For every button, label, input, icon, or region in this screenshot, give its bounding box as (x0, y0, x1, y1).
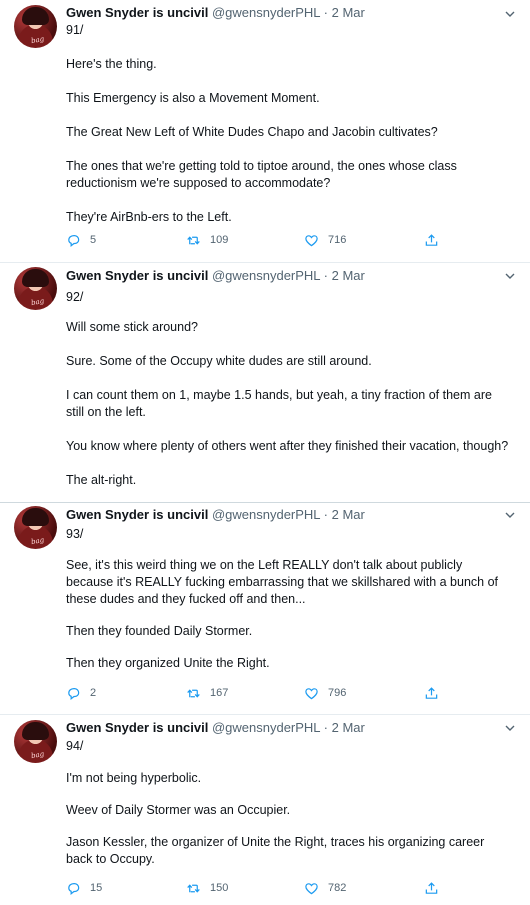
retweet-count: 150 (210, 882, 229, 894)
reply-icon (68, 688, 80, 701)
reply-button[interactable]: 15 (66, 881, 102, 896)
paragraph: I can count them on 1, maybe 1.5 hands, … (66, 388, 492, 419)
heart-icon (305, 235, 318, 247)
chevron-down-icon[interactable] (504, 7, 516, 19)
heart-icon (305, 883, 318, 895)
like-count: 782 (328, 882, 347, 894)
thread-number: 92/ (66, 290, 84, 304)
like-button[interactable]: 716 (304, 233, 346, 248)
paragraph: Here's the thing. (66, 57, 157, 71)
reply-count: 15 (90, 882, 103, 894)
avatar[interactable]: bag (14, 5, 57, 48)
retweet-count: 167 (210, 687, 229, 699)
like-count: 716 (328, 234, 347, 246)
share-button[interactable] (424, 881, 439, 896)
heart-icon (305, 688, 318, 700)
tweet-actions: 2 167 796 (66, 686, 456, 704)
tweet-actions: 5 109 716 (66, 233, 456, 251)
paragraph: This Emergency is also a Movement Moment… (66, 91, 320, 105)
reply-icon (68, 235, 80, 248)
thread-number: 93/ (66, 527, 84, 541)
like-count: 796 (328, 687, 347, 699)
chevron-down-icon[interactable] (504, 269, 516, 281)
paragraph: Jason Kessler, the organizer of Unite th… (66, 835, 485, 866)
author-name[interactable]: Gwen Snyder is uncivil (66, 507, 208, 522)
tweet-92[interactable]: bag Gwen Snyder is uncivil @gwensnyderPH… (0, 262, 530, 502)
chevron-down-icon[interactable] (504, 721, 516, 733)
avatar-tag: bag (30, 296, 45, 308)
author-name[interactable]: Gwen Snyder is uncivil (66, 720, 208, 735)
retweet-button[interactable]: 150 (186, 881, 228, 896)
avatar-hair (22, 508, 49, 526)
tweet-actions: 15 150 782 (66, 881, 456, 899)
avatar-tag: bag (30, 34, 45, 46)
tweet-header: Gwen Snyder is uncivil @gwensnyderPHL · … (66, 720, 365, 736)
thread-number: 94/ (66, 739, 84, 753)
paragraph: Then they founded Daily Stormer. (66, 624, 253, 638)
retweet-button[interactable]: 109 (186, 233, 228, 248)
paragraph: Weev of Daily Stormer was an Occupier. (66, 803, 291, 817)
reply-icon (68, 883, 80, 896)
reply-count: 5 (90, 234, 97, 246)
reply-button[interactable]: 2 (66, 686, 96, 701)
tweet-93[interactable]: bag Gwen Snyder is uncivil @gwensnyderPH… (0, 502, 530, 714)
paragraph: See, it's this weird thing we on the Lef… (66, 558, 499, 606)
paragraph: Then they organized Unite the Right. (66, 656, 270, 670)
like-button[interactable]: 782 (304, 881, 346, 896)
retweet-icon (187, 884, 200, 893)
paragraph: The ones that we're getting told to tipt… (66, 159, 457, 190)
tweet-header: Gwen Snyder is uncivil @gwensnyderPHL · … (66, 268, 365, 284)
thread-number: 91/ (66, 23, 84, 37)
author-handle-date[interactable]: @gwensnyderPHL · 2 Mar (212, 507, 365, 522)
author-name[interactable]: Gwen Snyder is uncivil (66, 5, 208, 20)
retweet-icon (187, 236, 200, 245)
like-button[interactable]: 796 (304, 686, 346, 701)
share-icon (425, 687, 438, 699)
tweet-94[interactable]: bag Gwen Snyder is uncivil @gwensnyderPH… (0, 714, 530, 905)
avatar-hair (22, 269, 49, 287)
author-handle-date[interactable]: @gwensnyderPHL · 2 Mar (212, 720, 365, 735)
tweet-text: 92/ Will some stick around? Sure. Some o… (66, 289, 510, 489)
paragraph: Will some stick around? (66, 320, 198, 334)
paragraph: You know where plenty of others went aft… (66, 439, 509, 453)
tweet-header: Gwen Snyder is uncivil @gwensnyderPHL · … (66, 507, 365, 523)
paragraph: They're AirBnb-ers to the Left. (66, 210, 232, 224)
author-name[interactable]: Gwen Snyder is uncivil (66, 268, 208, 283)
share-icon (425, 234, 438, 246)
retweet-icon (187, 689, 200, 698)
share-button[interactable] (424, 233, 439, 248)
tweet-text: 93/ See, it's this weird thing we on the… (66, 526, 510, 672)
avatar[interactable]: bag (14, 506, 57, 549)
avatar-tag: bag (30, 749, 45, 761)
avatar[interactable]: bag (14, 720, 57, 763)
paragraph: The Great New Left of White Dudes Chapo … (66, 125, 438, 139)
paragraph: Sure. Some of the Occupy white dudes are… (66, 354, 372, 368)
avatar-tag: bag (30, 535, 45, 547)
tweet-91[interactable]: bag Gwen Snyder is uncivil @gwensnyderPH… (0, 0, 530, 262)
share-icon (425, 882, 438, 894)
author-handle-date[interactable]: @gwensnyderPHL · 2 Mar (212, 268, 365, 283)
share-button[interactable] (424, 686, 439, 701)
paragraph: I'm not being hyperbolic. (66, 771, 202, 785)
author-handle-date[interactable]: @gwensnyderPHL · 2 Mar (212, 5, 365, 20)
paragraph: The alt-right. (66, 473, 137, 487)
chevron-down-icon[interactable] (504, 508, 516, 520)
avatar-hair (22, 7, 49, 25)
retweet-button[interactable]: 167 (186, 686, 228, 701)
retweet-count: 109 (210, 234, 229, 246)
reply-button[interactable]: 5 (66, 233, 96, 248)
avatar-hair (22, 722, 49, 740)
tweet-text: 91/ Here's the thing. This Emergency is … (66, 22, 510, 226)
avatar[interactable]: bag (14, 267, 57, 310)
reply-count: 2 (90, 687, 97, 699)
tweet-text: 94/ I'm not being hyperbolic. Weev of Da… (66, 738, 510, 868)
tweet-header: Gwen Snyder is uncivil @gwensnyderPHL · … (66, 5, 365, 21)
